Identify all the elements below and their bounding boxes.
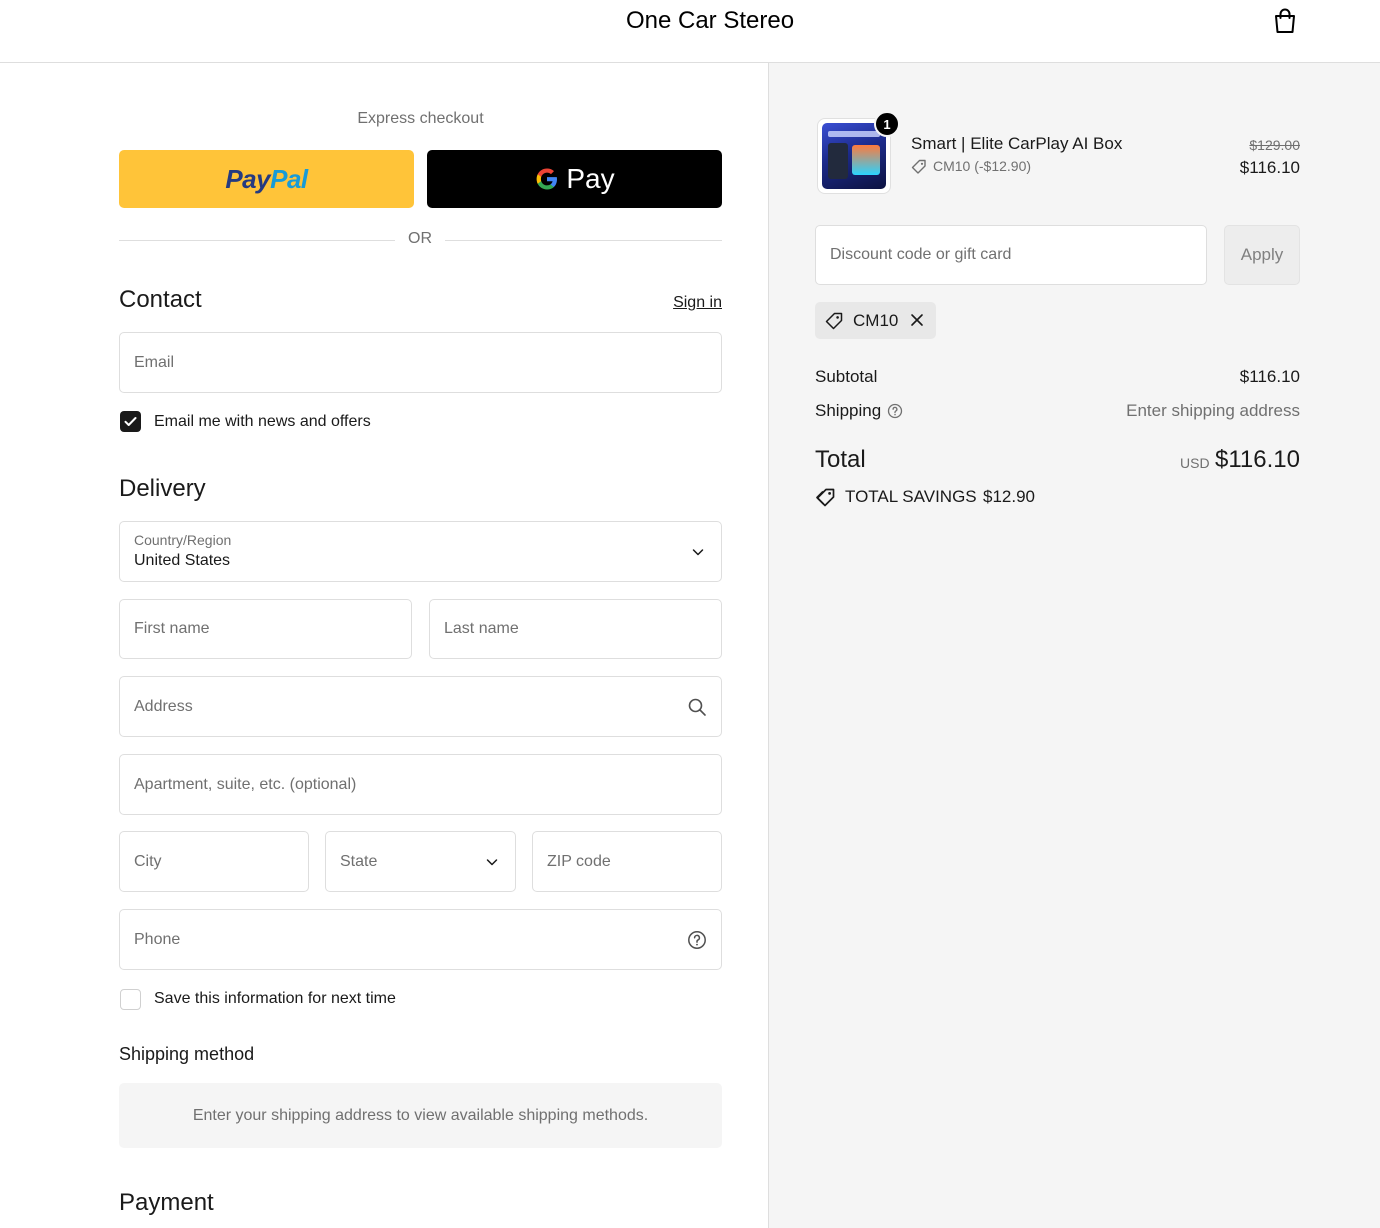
paypal-logo: PayPal: [225, 163, 308, 194]
store-title[interactable]: One Car Stereo: [0, 7, 1380, 35]
sign-in-link[interactable]: Sign in: [640, 294, 722, 312]
product-original-price: $129.00: [1249, 137, 1300, 153]
google-pay-button[interactable]: Pay: [427, 150, 722, 208]
chevron-down-icon: [692, 548, 704, 555]
express-checkout-title: Express checkout: [357, 110, 484, 127]
first-name-field[interactable]: First name: [119, 599, 412, 659]
payment-title: Payment: [119, 1189, 214, 1216]
savings-tag-icon: [816, 488, 835, 507]
shipping-value: Enter shipping address: [1126, 401, 1300, 420]
header: One Car Stereo: [0, 0, 1380, 63]
chevron-down-icon: [486, 858, 498, 865]
shipping-method-title: Shipping method: [119, 1044, 255, 1064]
first-name-placeholder: First name: [134, 620, 210, 637]
apartment-placeholder: Apartment, suite, etc. (optional): [134, 775, 357, 793]
address-placeholder: Address: [134, 697, 193, 715]
total-value: $116.10: [1215, 446, 1300, 473]
close-icon[interactable]: [909, 312, 925, 328]
news-offers-label: Email me with news and offers: [154, 413, 371, 430]
state-select[interactable]: State: [325, 831, 516, 892]
applied-discount-code: CM10: [853, 311, 899, 330]
last-name-field[interactable]: Last name: [429, 599, 722, 659]
subtotal-value: $116.10: [1239, 367, 1300, 386]
shipping-label: Shipping: [815, 401, 882, 420]
state-placeholder: State: [340, 852, 378, 870]
phone-field[interactable]: Phone: [119, 909, 722, 970]
contact-title: Contact: [119, 286, 202, 313]
total-savings-label: TOTAL SAVINGS: [845, 487, 977, 506]
paypal-button[interactable]: PayPal: [119, 150, 414, 208]
tag-icon: [825, 312, 843, 330]
total-label: Total: [815, 446, 866, 473]
discount-code-placeholder: Discount code or gift card: [830, 246, 1012, 263]
city-field[interactable]: City: [119, 831, 309, 892]
google-pay-label: Pay: [566, 163, 615, 194]
city-placeholder: City: [134, 852, 162, 870]
zip-field[interactable]: ZIP code: [532, 831, 722, 892]
country-select[interactable]: Country/Region United States: [119, 521, 722, 582]
email-field[interactable]: Email: [119, 332, 722, 393]
save-info-label: Save this information for next time: [154, 990, 396, 1007]
help-circle-icon[interactable]: [887, 403, 903, 419]
product-final-price: $116.10: [1239, 158, 1300, 177]
google-g-icon: [536, 168, 558, 190]
checkmark-icon: [124, 417, 137, 426]
shipping-method-notice: Enter your shipping address to view avai…: [119, 1083, 722, 1148]
address-field[interactable]: Address: [119, 676, 722, 737]
search-icon: [688, 698, 706, 716]
email-placeholder: Email: [134, 353, 175, 371]
total-savings-value: $12.90: [983, 487, 1035, 506]
shopping-bag-icon[interactable]: [1270, 6, 1300, 36]
product-name: Smart | Elite CarPlay AI Box: [911, 134, 1123, 153]
or-label: OR: [395, 230, 445, 248]
country-label: Country/Region: [134, 532, 232, 548]
save-info-checkbox[interactable]: [120, 989, 141, 1010]
apartment-field[interactable]: Apartment, suite, etc. (optional): [119, 754, 722, 815]
subtotal-label: Subtotal: [815, 367, 878, 386]
tag-icon: [911, 159, 926, 174]
zip-placeholder: ZIP code: [547, 852, 611, 870]
phone-placeholder: Phone: [134, 930, 181, 948]
product-discount: CM10 (-$12.90): [933, 158, 1032, 174]
quantity-badge: 1: [874, 111, 900, 137]
help-circle-icon[interactable]: [687, 930, 707, 950]
apply-button[interactable]: Apply: [1224, 225, 1300, 285]
last-name-placeholder: Last name: [444, 620, 519, 637]
discount-code-field[interactable]: Discount code or gift card: [815, 225, 1207, 285]
news-offers-checkbox[interactable]: [120, 411, 141, 432]
delivery-title: Delivery: [119, 475, 206, 502]
country-value: United States: [134, 552, 231, 569]
applied-discount-chip: CM10: [815, 302, 936, 339]
